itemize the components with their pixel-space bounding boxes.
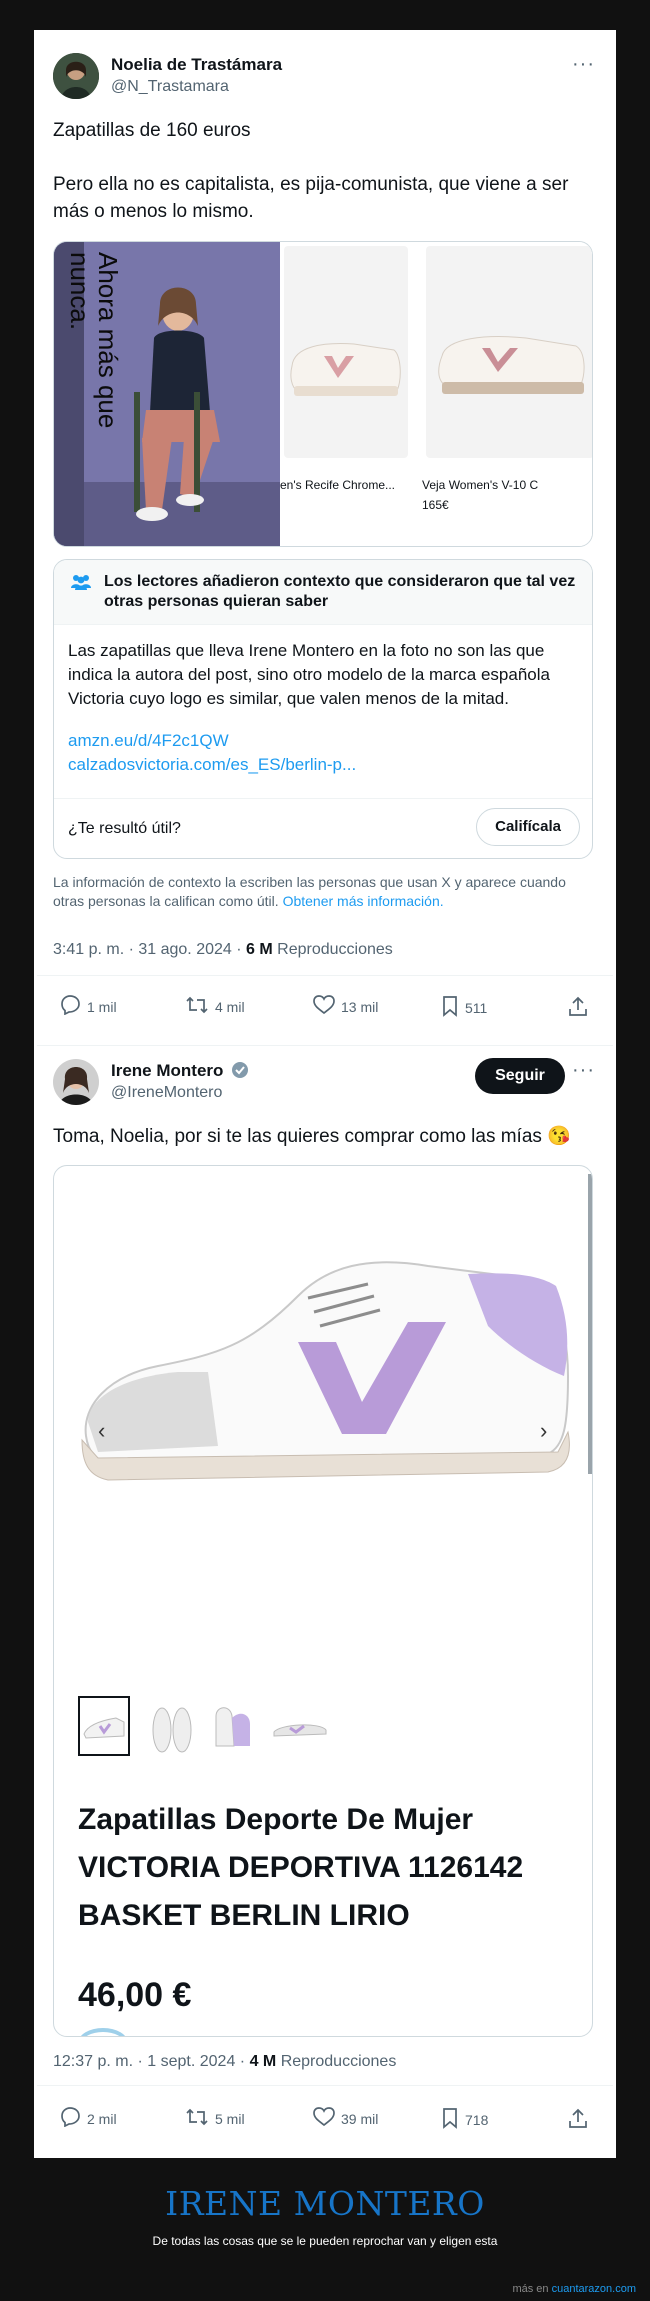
product-title: Zapatillas Deporte De Mujer VICTORIA DEP… — [78, 1803, 524, 1932]
share-icon — [567, 2107, 589, 2132]
author-name[interactable]: Irene Montero — [111, 1061, 249, 1084]
product-image[interactable] — [68, 1226, 578, 1506]
note-footer: La información de contexto la escriben l… — [53, 873, 599, 911]
product-screenshot[interactable]: ‹ › Zapatillas Deporte De Mujer VICTORIA… — [53, 1165, 593, 2037]
note-body-text: Las zapatillas que lleva Irene Montero e… — [68, 641, 550, 708]
tweet-text-line1: Zapatillas de 160 euros — [53, 120, 251, 141]
product-card-1[interactable]: en's Recife Chrome... — [280, 242, 412, 546]
verified-badge-icon — [231, 1061, 249, 1084]
thumbnail-4[interactable] — [270, 1696, 330, 1756]
screenshot-frame: Noelia de Trastámara @N_Trastamara ··· Z… — [34, 30, 616, 2158]
views-count: 4 M — [249, 2053, 277, 2070]
author-name[interactable]: Noelia de Trastámara — [111, 55, 282, 75]
note-helpful-question: ¿Te resultó útil? — [68, 820, 181, 837]
tweet-noelia: Noelia de Trastámara @N_Trastamara ··· Z… — [37, 33, 613, 1045]
repost-count: 5 mil — [215, 2110, 245, 2127]
bookmark-button[interactable]: 718 — [441, 2107, 488, 2132]
avatar[interactable] — [53, 1059, 99, 1105]
more-options-icon[interactable]: ··· — [572, 53, 595, 76]
like-button[interactable]: 39 mil — [313, 2107, 378, 2130]
photo-overlay-text: Ahora más que nunca. — [65, 252, 123, 429]
product-1-caption[interactable]: en's Recife Chrome... — [280, 478, 395, 492]
badge-icon — [78, 2028, 128, 2036]
share-button[interactable] — [567, 995, 589, 1020]
tweet-irene: Irene Montero @IreneMontero Seguir ··· T… — [37, 1045, 613, 2155]
author-handle[interactable]: @IreneMontero — [111, 1084, 222, 1102]
tweet-actions: 1 mil 4 mil 13 mil 511 — [37, 995, 613, 1035]
views-label: Reproducciones — [277, 941, 393, 958]
community-note: Los lectores añadieron contexto que cons… — [53, 559, 593, 859]
scrollbar[interactable] — [588, 1174, 592, 1474]
note-link-victoria[interactable]: calzadosvictoria.com/es_ES/berlin-p... — [68, 753, 578, 777]
people-icon — [70, 574, 92, 596]
reply-button[interactable]: 2 mil — [59, 2107, 117, 2130]
reply-icon — [59, 995, 81, 1018]
tweet-text-line2: Pero ella no es capitalista, es pija-com… — [53, 174, 569, 222]
views-label: Reproducciones — [280, 2053, 397, 2070]
source-link[interactable]: cuantarazon.com — [552, 2283, 636, 2295]
product-2-price: 165€ — [422, 498, 449, 512]
repost-button[interactable]: 4 mil — [185, 995, 245, 1018]
repost-icon — [185, 2107, 209, 2130]
source-credit[interactable]: más en cuantarazon.com — [512, 2283, 636, 2295]
note-link-amazon[interactable]: amzn.eu/d/4F2c1QW — [68, 729, 578, 753]
thumbnail-2[interactable] — [146, 1696, 198, 1756]
reply-button[interactable]: 1 mil — [59, 995, 117, 1018]
bookmark-count: 718 — [465, 2111, 489, 2128]
rate-note-button[interactable]: Califícala — [476, 808, 580, 846]
tweet-meta: 12:37 p. m. · 1 sept. 2024 · 4 M Reprodu… — [53, 2053, 396, 2071]
like-count: 39 mil — [341, 2110, 379, 2127]
product-price: 46,00 € — [78, 1976, 192, 2014]
bookmark-icon — [441, 2107, 459, 2132]
reply-icon — [59, 2107, 81, 2130]
follow-button[interactable]: Seguir — [475, 1058, 565, 1094]
reply-count: 2 mil — [87, 2110, 117, 2127]
thumbnail-1[interactable] — [78, 1696, 130, 1756]
tweet-text: Toma, Noelia, por si te las quieres comp… — [53, 1126, 571, 1147]
repost-button[interactable]: 5 mil — [185, 2107, 245, 2130]
post-title: IRENE MONTERO — [165, 2184, 485, 2223]
carousel-next-icon[interactable]: › — [540, 1418, 547, 1444]
learn-more-link[interactable]: Obtener más información. — [283, 893, 444, 909]
reply-count: 1 mil — [87, 998, 117, 1015]
tweet-actions: 2 mil 5 mil 39 mil 718 — [37, 2107, 613, 2147]
product-2-caption[interactable]: Veja Women's V-10 C — [422, 478, 538, 492]
repost-icon — [185, 995, 209, 1018]
heart-icon — [313, 995, 335, 1018]
bookmark-button[interactable]: 511 — [441, 995, 487, 1020]
note-header: Los lectores añadieron contexto que cons… — [54, 560, 592, 625]
heart-icon — [313, 2107, 335, 2130]
like-count: 13 mil — [341, 998, 379, 1015]
carousel-prev-icon[interactable]: ‹ — [98, 1418, 105, 1444]
bookmark-count: 511 — [465, 999, 488, 1016]
repost-count: 4 mil — [215, 998, 245, 1015]
photo-irene[interactable]: Ahora más que nunca. — [54, 242, 280, 546]
author-handle[interactable]: @N_Trastamara — [111, 78, 229, 96]
like-button[interactable]: 13 mil — [313, 995, 378, 1018]
share-icon — [567, 995, 589, 1020]
timestamp[interactable]: 12:37 p. m. · 1 sept. 2024 · — [53, 2053, 245, 2070]
media-carousel[interactable]: Ahora más que nunca. en's Recife Chrome.… — [53, 241, 593, 547]
share-button[interactable] — [567, 2107, 589, 2132]
note-header-text: Los lectores añadieron contexto que cons… — [104, 573, 576, 610]
tweet-meta: 3:41 p. m. · 31 ago. 2024 · 6 M Reproduc… — [53, 941, 393, 959]
more-options-icon[interactable]: ··· — [572, 1059, 595, 1082]
product-card-2[interactable]: Veja Women's V-10 C 165€ — [422, 242, 592, 546]
thumbnail-3[interactable] — [206, 1696, 258, 1756]
views-count: 6 M — [246, 941, 273, 958]
timestamp[interactable]: 3:41 p. m. · 31 ago. 2024 · — [53, 941, 242, 958]
bookmark-icon — [441, 995, 459, 1020]
avatar[interactable] — [53, 53, 99, 99]
source-prefix: más en — [512, 2283, 549, 2295]
post-subtitle: De todas las cosas que se le pueden repr… — [152, 2234, 498, 2248]
